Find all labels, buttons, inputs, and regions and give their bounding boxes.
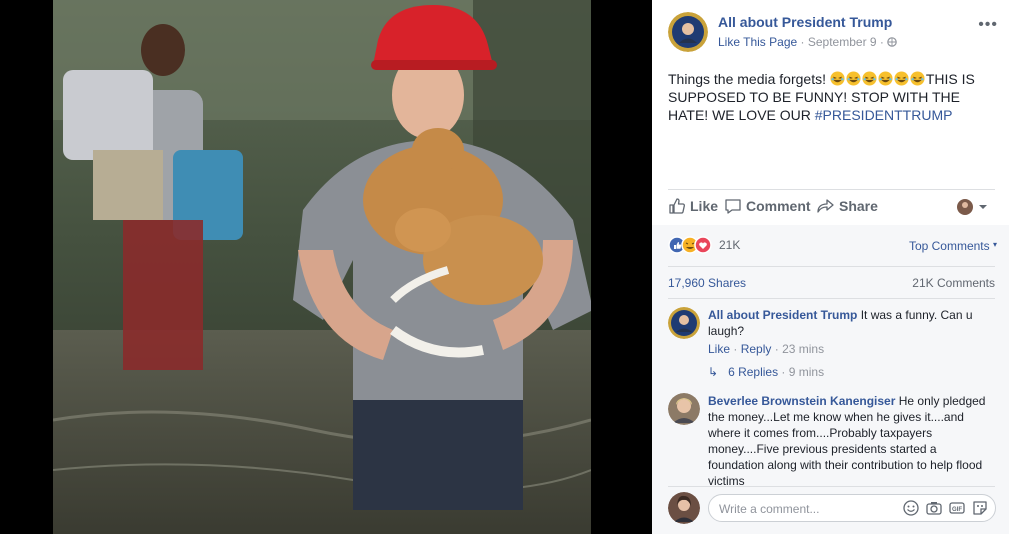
page-name-link[interactable]: All about President Trump [718,14,892,30]
post-header: All about President Trump Like This Page… [668,10,998,54]
laughing-emoji-row [830,71,926,87]
laughing-emoji-icon [830,71,845,86]
share-icon [817,199,834,213]
comments-count[interactable]: 21K Comments [912,276,995,290]
comment-label: Comment [746,198,811,214]
post-photo[interactable] [53,0,591,534]
post-as-selector[interactable] [957,199,989,220]
action-bar: Like Comment Share [668,191,995,223]
post-subline: Like This Page · September 9 · [718,35,898,49]
separator: · [774,342,783,356]
comment-body: All about President Trump It was a funny… [708,307,988,357]
share-button[interactable]: Share [817,197,878,215]
comment-placeholder: Write a comment... [719,502,820,516]
reaction-count[interactable]: 21K [719,238,740,252]
post-text: Things the media forgets! THIS IS SUPPOS… [668,70,994,124]
like-page-link[interactable]: Like This Page [718,35,797,49]
comment-like-link[interactable]: Like [708,342,730,356]
divider [668,486,995,487]
gif-icon[interactable]: GIF [948,499,966,517]
comment-icon [725,199,741,214]
page-avatar[interactable] [668,12,708,52]
separator: · [778,365,789,379]
commenter-avatar[interactable] [668,307,700,339]
photo-viewer [0,0,652,534]
comment-meta: Like · Reply · 23 mins [708,341,988,357]
emoji-icon[interactable] [902,499,920,517]
hashtag-link[interactable]: #PRESIDENTTRUMP [815,107,953,123]
comment-button[interactable]: Comment [724,197,811,215]
composer-tools: GIF [902,499,989,517]
separator: · [800,35,808,49]
divider [668,298,995,299]
reaction-icons [668,236,712,254]
like-button[interactable]: Like [668,197,718,215]
laughing-emoji-icon [910,71,925,86]
viewer-avatar-icon [957,199,987,215]
svg-text:GIF: GIF [952,507,962,513]
comment-item: Beverlee Brownstein Kanengiser He only p… [668,393,994,485]
laughing-emoji-icon [894,71,909,86]
comment-author-link[interactable]: All about President Trump [708,308,857,322]
comment-author-link[interactable]: Beverlee Brownstein Kanengiser [708,394,895,408]
comment-time[interactable]: 23 mins [782,342,824,356]
camera-icon[interactable] [925,499,943,517]
comment-input[interactable]: Write a comment... GIF [708,494,996,522]
replies-link[interactable]: 6 Replies [728,365,778,379]
globe-icon [887,35,898,49]
commenter-avatar[interactable] [668,393,700,425]
view-replies[interactable]: ↳ 6 Replies · 9 mins [708,365,824,379]
thumbs-up-icon [669,198,685,214]
top-comments-label: Top Comments [908,239,990,253]
caret-down-icon: ▾ [992,240,997,249]
comment-reply-link[interactable]: Reply [741,342,772,356]
photo-illustration [53,0,591,534]
laughing-emoji-icon [846,71,861,86]
laughing-emoji-icon [862,71,877,86]
post-date[interactable]: September 9 [808,35,877,49]
shares-count[interactable]: 17,960 Shares [668,276,746,290]
current-user-avatar [668,492,700,524]
sticker-icon[interactable] [971,499,989,517]
laughing-emoji-icon [878,71,893,86]
comment-composer: Write a comment... GIF [668,492,997,524]
top-comments-dropdown[interactable]: Top Comments ▾ [909,239,997,253]
divider [668,189,995,190]
comment-body: Beverlee Brownstein Kanengiser He only p… [708,393,988,485]
reactions-summary[interactable]: 21K [668,236,740,254]
like-label: Like [690,198,719,214]
post-text-before: Things the media forgets! [668,71,830,87]
more-options-icon[interactable]: ••• [978,16,998,34]
reply-arrow-icon: ↳ [708,365,719,379]
share-label: Share [839,198,878,214]
replies-time: 9 mins [788,365,825,379]
separator: · [733,342,741,356]
divider [668,266,995,267]
post-panel: All about President Trump Like This Page… [652,0,1009,534]
comments-area [652,225,1009,534]
